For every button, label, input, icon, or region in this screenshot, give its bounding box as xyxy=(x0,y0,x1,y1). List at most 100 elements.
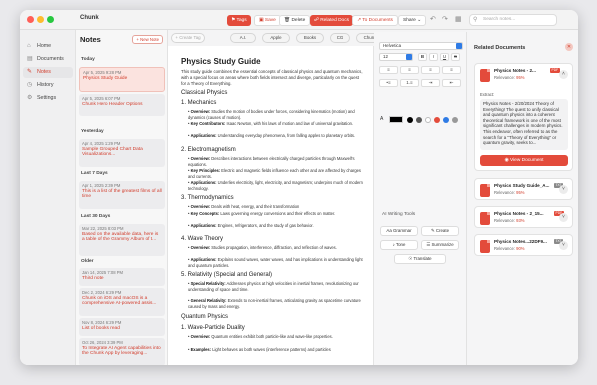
tag-chip[interactable]: Books xyxy=(296,33,324,43)
numbered-list-button[interactable]: 1.≡ xyxy=(400,79,419,87)
translate-button[interactable]: ☉ Translate xyxy=(394,254,446,264)
color-swatch[interactable] xyxy=(416,117,422,123)
notes-list-panel: Notes + New Note Today Apr 5, 2025 9:28 … xyxy=(76,30,168,365)
group-label: Last 7 Days xyxy=(81,171,108,176)
chevron-up-icon[interactable]: ˄ xyxy=(559,70,568,79)
related-doc-card[interactable]: Physics Notes...22DF9... TXT Relevance: … xyxy=(474,234,573,256)
save-button[interactable]: ▣ Save xyxy=(254,15,281,26)
note-card[interactable]: Jan 14, 2025 7:08 PM Third note xyxy=(79,268,165,286)
color-swatch[interactable] xyxy=(452,117,458,123)
note-card[interactable]: Oct 26, 2024 3:39 PM To Integrate AI Age… xyxy=(79,338,165,365)
tag-chip[interactable]: CG xyxy=(330,33,350,43)
create-tag-chip[interactable]: + Create Tag xyxy=(171,33,205,43)
indent-button[interactable]: ⇥ xyxy=(421,79,440,87)
delete-button[interactable]: 🗑 Delete xyxy=(279,15,311,26)
note-card[interactable]: Nov 8, 2024 6:29 PM List of books read xyxy=(79,318,165,336)
subsection-heading: 5. Relativity (Special and General) xyxy=(181,272,273,278)
align-center-button[interactable]: ≡ xyxy=(400,66,419,74)
summarize-button[interactable]: ☰ Summarize xyxy=(421,240,459,250)
relevance-label: Relevance: xyxy=(494,246,515,251)
share-button[interactable]: Share ⌄ xyxy=(398,15,427,26)
share-label: Share xyxy=(403,18,416,23)
font-size-select[interactable]: 12 xyxy=(379,53,413,61)
tag-chip[interactable]: A.I. xyxy=(230,33,256,43)
note-card[interactable]: Mar 22, 2025 8:03 PM Based on the availa… xyxy=(79,224,165,256)
related-documents-panel: Related Documents ✕ Physics Notes - 2...… xyxy=(467,30,578,365)
bullet-item: • Key Concepts: Laws governing energy co… xyxy=(188,211,336,216)
sidebar-item-label: Settings xyxy=(37,95,57,101)
bullet-text: Deals with heat, energy, and their trans… xyxy=(210,204,300,209)
bullet-key: Key Contributors: xyxy=(190,121,226,126)
sidebar-item-settings[interactable]: ⚙ Settings xyxy=(23,93,73,104)
chevron-down-icon[interactable]: ˅ xyxy=(559,185,568,194)
to-documents-button[interactable]: ↗ To Documents xyxy=(352,15,398,26)
app-title: Chunk xyxy=(80,15,99,21)
bullet-item: • Applications: Engines, refrigerators, … xyxy=(188,223,314,228)
related-doc-card[interactable]: Physics Study Guide_A... TXT Relevance: … xyxy=(474,178,573,200)
related-doc-card[interactable]: Physics Notes - 2... PDF Relevance: 95% … xyxy=(474,63,573,171)
tag-chip[interactable]: Chunk xyxy=(356,33,374,43)
tag-chip[interactable]: Apple xyxy=(262,33,290,43)
color-swatch[interactable] xyxy=(425,117,431,123)
sidebar-item-notes[interactable]: ✎ Notes xyxy=(23,67,73,78)
note-card[interactable]: Apr 4, 2025 1:29 PM Sample Grouped Chart… xyxy=(79,139,165,167)
zoom-window-button[interactable] xyxy=(47,16,54,23)
redo-icon[interactable]: ↷ xyxy=(442,15,448,25)
color-swatch[interactable] xyxy=(407,117,413,123)
to-documents-label: To Documents xyxy=(362,18,393,23)
note-title: Chunk on iOS and macOS is a comprehensiv… xyxy=(82,295,157,307)
bullet-text: Laws governing energy conversions and th… xyxy=(219,211,336,216)
undo-icon[interactable]: ↶ xyxy=(430,15,436,25)
italic-button[interactable]: I xyxy=(429,53,438,61)
text-color-well[interactable] xyxy=(389,116,403,123)
relevance-value: 95% xyxy=(516,75,525,80)
note-card[interactable]: Apr 5, 2025 6:07 PM Chunk Hero Header Op… xyxy=(79,94,165,116)
close-icon[interactable]: ✕ xyxy=(565,43,573,51)
note-card[interactable]: Apr 5, 2025 9:28 PM Physics Study Guide xyxy=(79,67,165,92)
bullet-item: • General Relativity: Extends to non-ine… xyxy=(188,298,361,309)
related-doc-card[interactable]: Physics Notes - 2_15... PDF Relevance: 9… xyxy=(474,206,573,228)
chevron-down-icon[interactable]: ˅ xyxy=(559,213,568,222)
color-swatch[interactable] xyxy=(443,117,449,123)
bullet-list-button[interactable]: •≡ xyxy=(379,79,398,87)
sidebar-item-documents[interactable]: ▤ Documents xyxy=(23,54,73,65)
bullet-item: • Key Principles: Electric and magnetic … xyxy=(188,168,361,179)
tone-button[interactable]: ♪ Tone xyxy=(380,240,418,250)
search-input[interactable]: ⚲ Search notes... xyxy=(469,14,557,26)
align-justify-button[interactable]: ≡ xyxy=(442,66,461,74)
bold-button[interactable]: B xyxy=(418,53,427,61)
bullet-key: Applications: xyxy=(190,133,217,138)
note-title: Sample Grouped Chart Data Visualizations… xyxy=(82,146,143,158)
chevron-down-icon[interactable]: ˅ xyxy=(559,241,568,250)
bullet-item: • Examples: Light behaves as both waves … xyxy=(188,347,331,352)
underline-button[interactable]: U xyxy=(440,53,449,61)
grammar-button[interactable]: Aa Grammar xyxy=(380,226,418,236)
bullet-key: Examples: xyxy=(190,347,212,352)
bullet-text: Engines, refrigerators, and the study of… xyxy=(216,223,314,228)
group-label: Older xyxy=(81,259,94,264)
note-card[interactable]: Apr 1, 2025 2:39 PM This is a list of th… xyxy=(79,181,165,209)
font-family-select[interactable]: Helvetica xyxy=(379,42,463,50)
minimize-window-button[interactable] xyxy=(37,16,44,23)
bullet-text: Isaac Newton, with his laws of motion an… xyxy=(225,121,354,126)
tags-button[interactable]: ⚑ Tags xyxy=(227,15,251,26)
sidebar-item-history[interactable]: ◷ History xyxy=(23,80,73,91)
sidebar-toggle-icon[interactable]: ▦ xyxy=(455,15,462,25)
view-document-button[interactable]: ◉ View Document xyxy=(480,155,568,166)
sidebar-item-home[interactable]: ⌂ Home xyxy=(23,41,73,52)
outdent-button[interactable]: ⇤ xyxy=(442,79,461,87)
align-left-button[interactable]: ≡ xyxy=(379,66,398,74)
color-swatch[interactable] xyxy=(434,117,440,123)
create-button[interactable]: ✎ Create xyxy=(421,226,459,236)
new-note-button[interactable]: + New Note xyxy=(132,35,163,44)
bullet-key: Overview: xyxy=(190,156,211,161)
note-card[interactable]: Dec 2, 2024 6:29 PM Chunk on iOS and mac… xyxy=(79,288,165,316)
strikethrough-button[interactable]: S xyxy=(451,53,460,61)
note-title: List of books read xyxy=(82,325,120,331)
relevance: Relevance: 90% xyxy=(494,246,525,251)
document-editor[interactable]: Physics Study Guide This study guide com… xyxy=(168,46,374,365)
align-right-button[interactable]: ≡ xyxy=(421,66,440,74)
close-window-button[interactable] xyxy=(27,16,34,23)
related-docs-button[interactable]: ☍ Related Docs xyxy=(310,15,353,26)
font-size-value: 12 xyxy=(383,54,388,59)
